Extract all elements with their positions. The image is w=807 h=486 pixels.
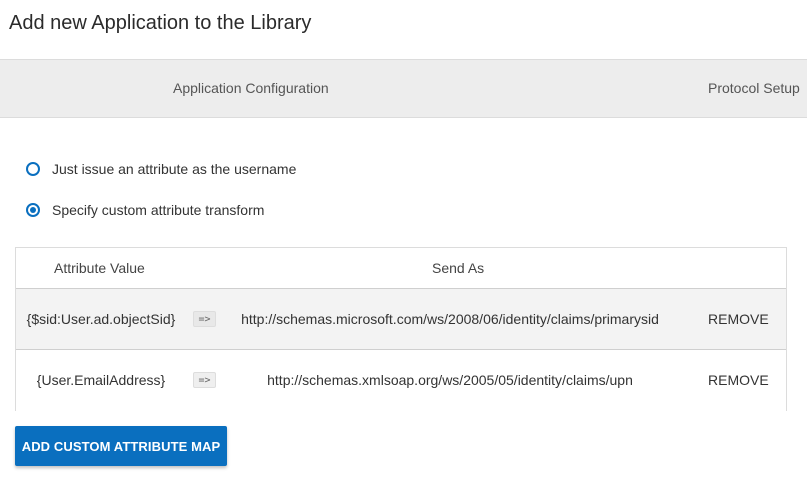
column-header-send-as: Send As (432, 260, 485, 276)
step-application-configuration[interactable]: Application Configuration (173, 60, 329, 117)
wizard-steps-bar: Application Configuration Protocol Setup (0, 59, 807, 118)
table-row: {$sid:User.ad.objectSid} => http://schem… (16, 289, 786, 350)
table-header: Attribute Value Send As (16, 248, 786, 289)
send-as-cell: http://schemas.xmlsoap.org/ws/2005/05/id… (267, 372, 633, 388)
radio-button-checked[interactable] (26, 203, 40, 217)
attribute-value-cell: {User.EmailAddress} (36, 372, 166, 388)
page-title: Add new Application to the Library (9, 12, 312, 34)
column-header-attribute-value: Attribute Value (54, 260, 145, 276)
attribute-value-cell: {$sid:User.ad.objectSid} (26, 311, 176, 327)
remove-button[interactable]: REMOVE (708, 350, 769, 410)
remove-button[interactable]: REMOVE (708, 289, 769, 349)
arrow-icon: => (193, 311, 216, 327)
option-label: Specify custom attribute transform (52, 202, 265, 218)
step-protocol-setup[interactable]: Protocol Setup (708, 60, 800, 117)
attribute-map-table: Attribute Value Send As {$sid:User.ad.ob… (15, 247, 787, 411)
option-custom-attribute-transform[interactable]: Specify custom attribute transform (26, 202, 264, 218)
send-as-cell: http://schemas.microsoft.com/ws/2008/06/… (241, 311, 659, 327)
radio-button-unchecked[interactable] (26, 162, 40, 176)
add-custom-attribute-map-button[interactable]: ADD CUSTOM ATTRIBUTE MAP (15, 426, 227, 466)
option-issue-attribute-as-username[interactable]: Just issue an attribute as the username (26, 161, 296, 177)
option-label: Just issue an attribute as the username (52, 161, 297, 177)
arrow-icon: => (193, 372, 216, 388)
table-row: {User.EmailAddress} => http://schemas.xm… (16, 350, 786, 411)
